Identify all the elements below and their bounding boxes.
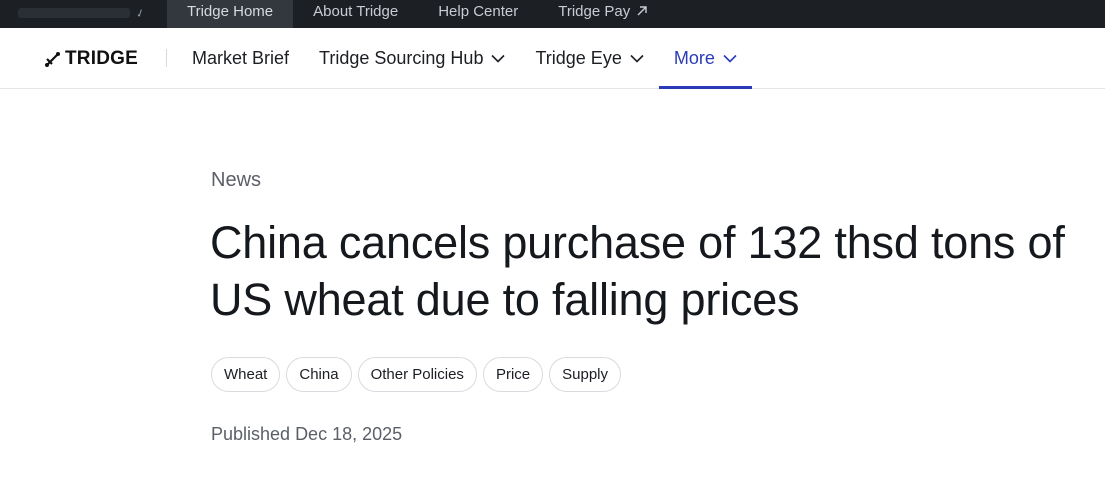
chevron-down-icon: [630, 54, 644, 63]
tab-label: About Tridge: [313, 3, 399, 20]
tab-about-tridge[interactable]: About Tridge: [293, 0, 418, 28]
tab-help-center[interactable]: Help Center: [418, 0, 538, 28]
main-nav: TRIDGE Market Brief Tridge Sourcing Hub …: [0, 28, 1105, 89]
chevron-down-icon: [723, 54, 737, 63]
nav-item-tridge-eye[interactable]: Tridge Eye: [520, 28, 658, 88]
nav-item-more[interactable]: More: [658, 28, 752, 89]
top-utility-bar: ✓ Tridge Home About Tridge Help Center T…: [0, 0, 1105, 28]
tag-wheat[interactable]: Wheat: [211, 357, 281, 392]
tab-label: Tridge Pay: [558, 3, 631, 20]
tridge-logo[interactable]: TRIDGE: [44, 48, 138, 70]
utility-bar-brand-placeholder: [18, 8, 130, 18]
tag-other-policies[interactable]: Other Policies: [357, 357, 477, 392]
tag-supply[interactable]: Supply: [549, 357, 621, 392]
tag-price[interactable]: Price: [482, 357, 544, 392]
tab-tridge-pay[interactable]: Tridge Pay: [538, 0, 668, 28]
chevron-down-icon: [491, 54, 506, 63]
tridge-logo-icon: [45, 51, 60, 67]
tab-label: Tridge Home: [187, 3, 274, 20]
published-date-value: Dec 18, 2025: [295, 424, 403, 444]
nav-item-label: More: [673, 47, 715, 68]
nav-items: Market Brief Tridge Sourcing Hub Tridge …: [177, 28, 752, 89]
tag-china[interactable]: China: [286, 357, 352, 392]
utility-tabs: Tridge Home About Tridge Help Center Tri…: [167, 0, 668, 28]
nav-item-sourcing-hub[interactable]: Tridge Sourcing Hub: [304, 28, 520, 88]
nav-item-label: Market Brief: [192, 47, 290, 68]
tab-tridge-home[interactable]: Tridge Home: [167, 0, 294, 28]
tab-label: Help Center: [438, 3, 519, 20]
external-link-icon: [637, 6, 647, 16]
nav-item-label: Tridge Eye: [535, 47, 622, 68]
article-category[interactable]: News: [211, 169, 261, 192]
article-tags: Wheat China Other Policies Price Supply: [211, 357, 621, 392]
logo-wordmark: TRIDGE: [65, 48, 138, 69]
published-label: Published: [211, 424, 291, 444]
nav-divider: [166, 49, 167, 67]
nav-item-label: Tridge Sourcing Hub: [319, 47, 484, 68]
nav-item-market-brief[interactable]: Market Brief: [177, 28, 304, 88]
article-title: China cancels purchase of 132 thsd tons …: [210, 217, 1065, 325]
check-icon: ✓: [134, 6, 147, 22]
utility-bar-brand: ✓: [18, 0, 158, 28]
published-date: Published Dec 18, 2025: [211, 424, 402, 445]
